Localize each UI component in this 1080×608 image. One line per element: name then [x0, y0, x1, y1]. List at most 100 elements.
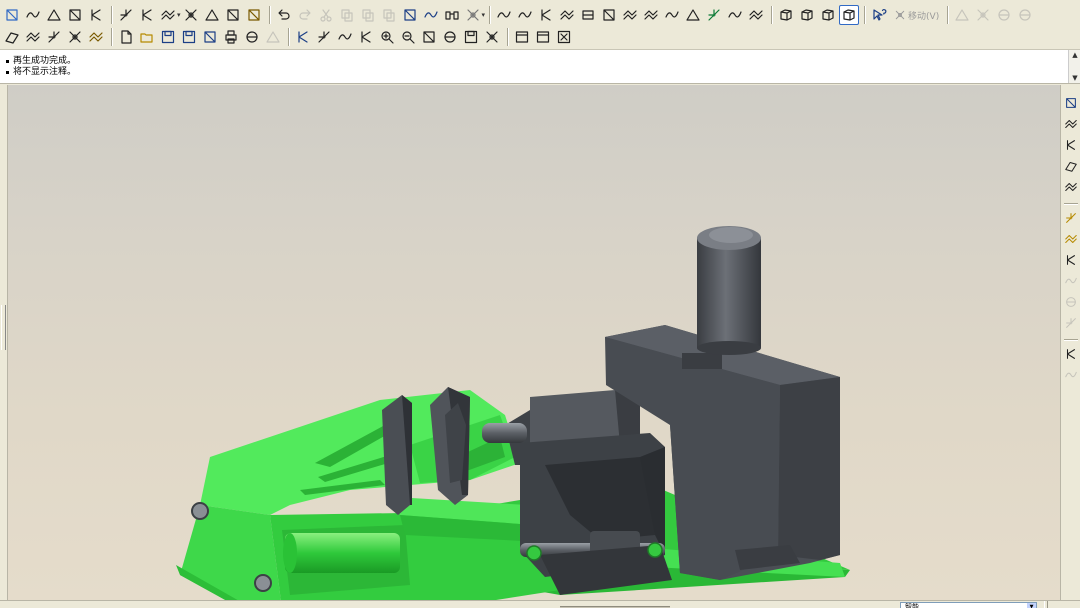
zoom-out-icon[interactable] [398, 27, 418, 47]
zoom-in-icon[interactable] [377, 27, 397, 47]
surface-icon[interactable] [683, 5, 703, 25]
constraint-icon[interactable] [2, 27, 22, 47]
refit-icon[interactable] [419, 27, 439, 47]
orient-icon[interactable] [335, 27, 355, 47]
mirror-icon[interactable] [578, 5, 598, 25]
scroll-track[interactable] [1069, 60, 1080, 73]
dimension-icon[interactable] [23, 27, 43, 47]
no-hidden-icon[interactable] [818, 5, 838, 25]
datum-axis-group-icon[interactable] [23, 5, 43, 25]
print-icon[interactable] [221, 27, 241, 47]
shell-icon[interactable] [620, 5, 640, 25]
sketch-offset-icon[interactable] [65, 5, 85, 25]
top-cylinder[interactable] [697, 226, 761, 355]
wireframe-icon[interactable] [776, 5, 796, 25]
save-icon[interactable] [158, 27, 178, 47]
datum-point-icon[interactable] [116, 5, 136, 25]
regen-manager-icon[interactable] [421, 5, 441, 25]
left-sash[interactable] [0, 85, 8, 600]
copy-icon[interactable] [337, 5, 357, 25]
resize-grip[interactable] [1044, 601, 1048, 608]
split-icon[interactable] [223, 5, 243, 25]
hidden-line-icon[interactable] [797, 5, 817, 25]
saved-views-icon[interactable] [461, 27, 481, 47]
package-icon[interactable] [994, 5, 1014, 25]
assemble-icon[interactable] [973, 5, 993, 25]
layer-tree-icon[interactable] [1062, 230, 1080, 248]
message-scrollbar[interactable]: ▲ ▼ [1068, 50, 1080, 83]
save-copy-icon[interactable] [179, 27, 199, 47]
regenerate-icon[interactable] [400, 5, 420, 25]
window-activate-icon[interactable] [512, 27, 532, 47]
graphics-window[interactable] [0, 85, 1060, 600]
email-link-icon[interactable] [263, 27, 283, 47]
find-icon[interactable] [442, 5, 462, 25]
cut-icon[interactable] [316, 5, 336, 25]
pattern-icon[interactable] [557, 5, 577, 25]
analysis-icon[interactable] [244, 5, 264, 25]
blend-icon[interactable] [662, 5, 682, 25]
datum-cross-icon[interactable] [181, 5, 201, 25]
sketch-plane-icon[interactable] [44, 5, 64, 25]
csys-display-icon[interactable] [1062, 157, 1080, 175]
spin-center-icon[interactable] [314, 27, 334, 47]
family-table-icon[interactable] [1062, 345, 1080, 363]
annotation-display-icon[interactable] [1062, 178, 1080, 196]
intersect-icon[interactable] [202, 5, 222, 25]
backup-icon[interactable] [200, 27, 220, 47]
model-viewport[interactable] [0, 85, 1060, 600]
sash-grip[interactable] [1, 305, 6, 350]
sketch-line-icon[interactable] [86, 5, 106, 25]
scroll-up-icon[interactable]: ▲ [1069, 50, 1080, 60]
sweep-icon[interactable] [641, 5, 661, 25]
model-tree-icon[interactable] [1062, 209, 1080, 227]
appearance-icon[interactable] [704, 5, 724, 25]
datum-plane-icon[interactable] [2, 5, 22, 25]
chevron-down-icon[interactable]: ▼ [1027, 603, 1036, 608]
rib-icon[interactable] [725, 5, 745, 25]
redo-icon[interactable] [295, 5, 315, 25]
scroll-down-icon[interactable]: ▼ [1069, 73, 1080, 83]
round-tool-icon[interactable] [1062, 272, 1080, 290]
component-place-icon[interactable] [952, 5, 972, 25]
send-mail-icon[interactable] [242, 27, 262, 47]
measure-icon[interactable] [746, 5, 766, 25]
paste-special-icon[interactable] [379, 5, 399, 25]
new-file-icon[interactable] [116, 27, 136, 47]
datum-curve-icon[interactable] [137, 5, 157, 25]
shading-icon[interactable] [839, 5, 860, 25]
component-create-icon[interactable] [1015, 5, 1035, 25]
draft-icon[interactable] [536, 5, 556, 25]
move-label[interactable]: 移动(V) [890, 5, 943, 25]
toolbar-separator [111, 28, 112, 46]
paste-icon[interactable] [358, 5, 378, 25]
pan-icon[interactable] [356, 27, 376, 47]
chamfer-icon[interactable] [65, 27, 85, 47]
toolbar-separator [111, 6, 112, 24]
open-file-icon[interactable] [137, 27, 157, 47]
whats-this-help-icon[interactable] [869, 5, 889, 25]
sketch-tool-icon[interactable] [1062, 251, 1080, 269]
layers-icon[interactable] [482, 27, 502, 47]
relations-icon[interactable] [1062, 366, 1080, 384]
datum-display-icon[interactable] [1062, 94, 1080, 112]
selection-filter-select[interactable]: 智能 ▼ [900, 602, 1037, 608]
extrude-icon[interactable] [494, 5, 514, 25]
point-display-icon[interactable] [1062, 136, 1080, 154]
repaint-icon[interactable] [293, 27, 313, 47]
draft-tool-icon[interactable] [1062, 314, 1080, 332]
axis-display-icon[interactable] [1062, 115, 1080, 133]
chevron-down-icon[interactable]: ▾ [482, 11, 486, 19]
undo-icon[interactable] [274, 5, 294, 25]
trim-icon[interactable] [599, 5, 619, 25]
fillet-icon[interactable] [44, 27, 64, 47]
reorient-icon[interactable] [440, 27, 460, 47]
window-close-x-icon[interactable] [554, 27, 574, 47]
edge-chamfer-icon[interactable] [1062, 293, 1080, 311]
hole-icon[interactable] [86, 27, 106, 47]
revolve-icon[interactable] [515, 5, 535, 25]
datum-csys-icon[interactable] [158, 5, 178, 25]
select-box-icon[interactable] [463, 5, 483, 25]
window-close-icon[interactable] [533, 27, 553, 47]
chevron-down-icon[interactable]: ▾ [177, 11, 181, 19]
